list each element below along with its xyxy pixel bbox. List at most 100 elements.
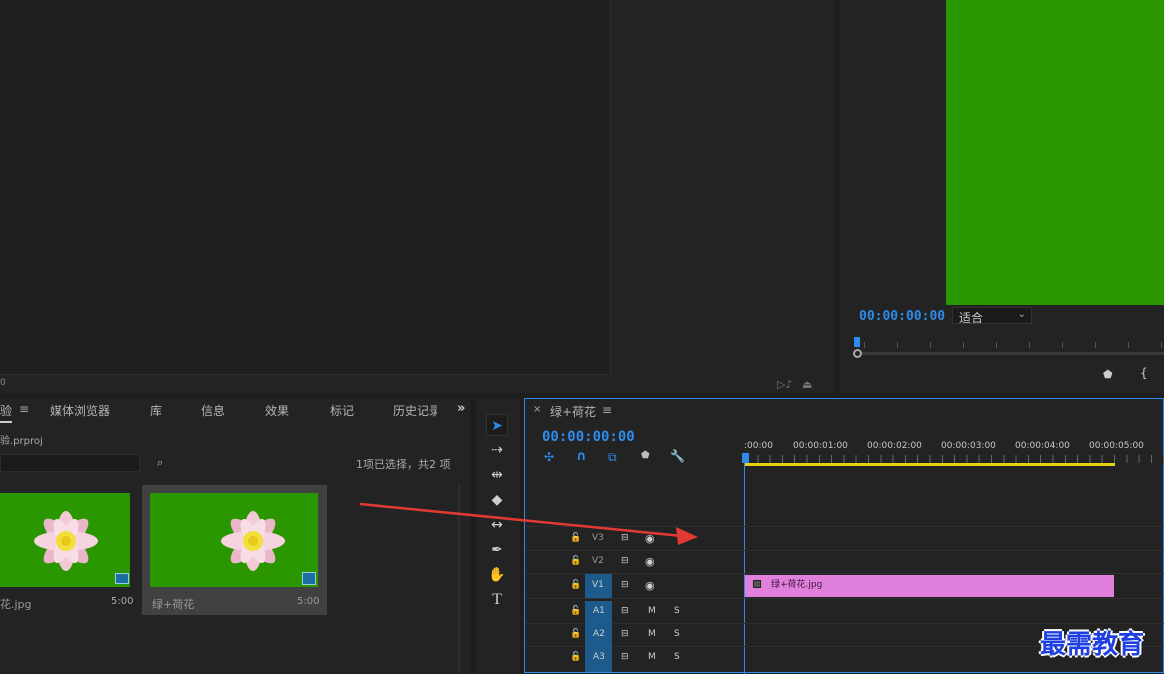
lock-icon[interactable]: 🔓 [570,533,581,543]
chevron-down-icon: ⌄ [1017,309,1026,320]
ruler-label: 00:00:03:00 [941,441,996,451]
panel-menu-icon[interactable]: ≡ [19,402,29,416]
insert-icon[interactable]: ⏏ [802,378,812,391]
lock-icon[interactable]: 🔓 [570,606,581,616]
project-item-selected[interactable]: 绿+荷花 5:00 [142,485,327,615]
ripple-edit-tool-icon[interactable]: ⇹ [486,464,508,486]
type-tool-icon[interactable]: T [486,589,508,611]
slip-tool-icon[interactable]: ↔ [486,514,508,536]
eye-icon[interactable]: ◉ [645,579,655,592]
new-bin-icon[interactable]: ⌕ [157,456,163,470]
scrub-bar[interactable] [862,352,1164,355]
track-select-tool-icon[interactable]: ⇢ [486,439,508,461]
filmstrip-icon [115,573,129,584]
track-label: A3 [593,652,605,662]
search-input[interactable] [0,454,140,472]
sync-lock-icon[interactable]: ⊟ [621,606,629,616]
tab-effects[interactable]: 效果 [265,402,289,419]
source-timecode-fragment: 0 [0,378,6,388]
solo-button[interactable]: S [674,652,680,662]
project-scrollbar[interactable] [458,485,460,673]
track-label: A2 [593,629,605,639]
mute-button[interactable]: M [648,652,656,662]
track-label: V1 [592,580,604,590]
project-item[interactable]: 花.jpg 5:00 [0,485,140,615]
source-monitor-canvas [0,0,611,375]
mark-in-icon[interactable]: { [1140,366,1148,380]
lock-icon[interactable]: 🔓 [570,580,581,590]
scrub-start-handle[interactable] [853,349,862,358]
playhead-marker[interactable] [854,337,860,347]
item-duration: 5:00 [297,596,320,607]
zoom-dropdown-value: 适合 [959,311,984,325]
project-file-name: 验.prproj [0,436,43,447]
tab-info[interactable]: 信息 [201,402,225,419]
sync-lock-icon[interactable]: ⊟ [621,556,629,566]
item-duration: 5:00 [111,596,134,607]
playhead-handle[interactable] [742,453,749,463]
item-name: 绿+荷花 [152,598,195,611]
lock-icon[interactable]: 🔓 [570,556,581,566]
lock-icon[interactable]: 🔓 [570,629,581,639]
timeline-ruler-ticks [745,455,1164,463]
snap-icon[interactable]: ∩ [576,449,587,464]
nest-icon[interactable]: ✣ [544,450,554,464]
lock-icon[interactable]: 🔓 [570,652,581,662]
pen-tool-icon[interactable]: ✒ [486,539,508,561]
track-label: V3 [592,533,604,543]
program-monitor-panel: 00:00:00:00 适合 ⌄ ⬟ { [840,0,1164,393]
sequence-icon [302,572,316,585]
track-row-a1: 🔓 A1 ⊟ M S [525,601,1164,624]
more-tabs-icon[interactable]: » [457,401,465,416]
hand-tool-icon[interactable]: ✋ [486,564,508,586]
export-frame-icon[interactable]: ▷♪ [777,378,792,391]
sync-lock-icon[interactable]: ⊟ [621,652,629,662]
mute-button[interactable]: M [648,606,656,616]
track-row-v1: 🔓 V1 ⊟ ◉ 绿+荷花.jpg [525,574,1164,599]
item-name: 花.jpg [0,598,32,611]
ruler-label: 00:00:05:00 [1089,441,1144,451]
tab-media-browser[interactable]: 媒体浏览器 [50,402,110,419]
mute-button[interactable]: M [648,629,656,639]
add-marker-icon[interactable]: ⬟ [641,450,650,461]
lotus-image [34,511,98,571]
track-row-v3: 🔓 V3 ⊟ ◉ [525,528,1164,551]
sync-lock-icon[interactable]: ⊟ [621,629,629,639]
tab-libraries[interactable]: 库 [150,402,162,419]
work-area-bar[interactable] [745,463,1115,466]
solo-button[interactable]: S [674,606,680,616]
sequence-tab[interactable]: 绿+荷花 [550,403,596,420]
track-row-v2: 🔓 V2 ⊟ ◉ [525,551,1164,574]
eye-icon[interactable]: ◉ [645,532,655,545]
close-icon[interactable]: × [533,404,541,415]
clip-name: 绿+荷花.jpg [771,580,823,590]
tab-project[interactable]: 验 [0,402,13,423]
selection-tool-icon[interactable]: ➤ [486,414,508,436]
sync-lock-icon[interactable]: ⊟ [621,580,629,590]
tab-markers[interactable]: 标记 [330,402,354,419]
sync-lock-icon[interactable]: ⊟ [621,533,629,543]
eye-icon[interactable]: ◉ [645,555,655,568]
solo-button[interactable]: S [674,629,680,639]
linked-selection-icon[interactable]: ⧉ [608,450,617,465]
ruler-label: 00:00:04:00 [1015,441,1070,451]
tools-panel: ➤ ⇢ ⇹ ◆ ↔ ✒ ✋ T [476,398,520,673]
program-timecode[interactable]: 00:00:00:00 [859,309,945,324]
wrench-icon[interactable]: 🔧 [670,449,685,463]
timeline-timecode[interactable]: 00:00:00:00 [542,429,635,445]
image-clip-icon [753,580,761,588]
timeline-clip[interactable]: 绿+荷花.jpg [745,575,1114,597]
razor-tool-icon[interactable]: ◆ [486,489,508,511]
lotus-image [221,511,285,571]
panel-menu-icon[interactable]: ≡ [602,403,612,417]
zoom-dropdown[interactable]: 适合 ⌄ [952,307,1032,325]
timeline-empty-top [525,467,1164,527]
project-panel: 验 ≡ 媒体浏览器 库 信息 效果 标记 历史记录 » 验.prproj ⌕ 1… [0,398,470,673]
item-thumbnail [0,493,130,587]
watermark: 最需教育 [1040,630,1145,660]
tab-history[interactable]: 历史记录 [393,402,437,419]
ruler-label: :00:00 [744,441,773,451]
selection-status: 1项已选择，共2 项 [356,458,451,471]
track-label: V2 [592,556,604,566]
add-marker-icon[interactable]: ⬟ [1103,368,1113,381]
